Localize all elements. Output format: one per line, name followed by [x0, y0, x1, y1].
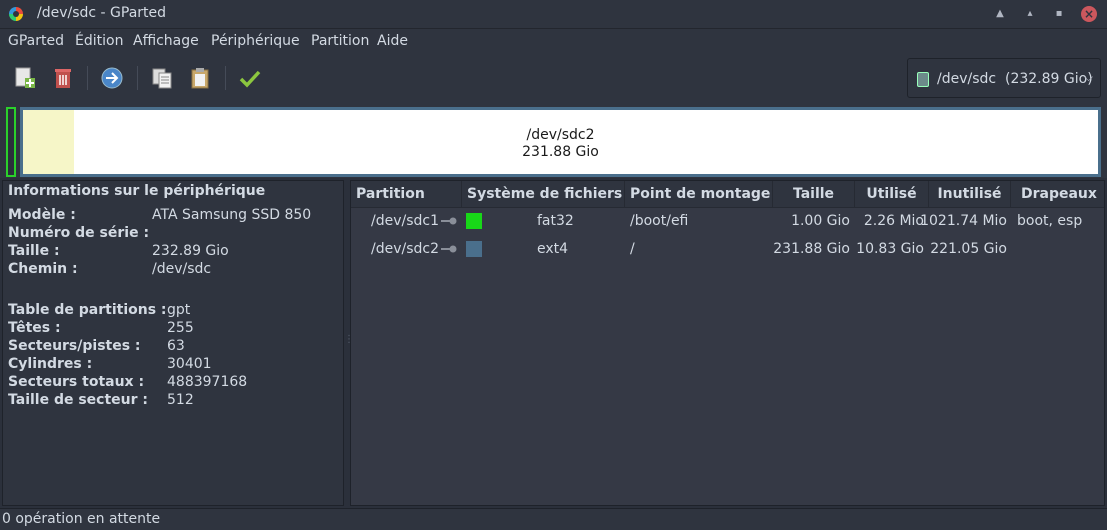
cell-mountpoint: /boot/efi [630, 213, 689, 229]
info-label: Taille de secteur : [8, 392, 149, 408]
disk-icon [917, 72, 929, 87]
toolbar-separator [87, 66, 88, 90]
column-header-mountpoint[interactable]: Point de montage [625, 181, 773, 208]
info-value: 232.89 Gio [152, 243, 229, 259]
menu-gparted[interactable]: GParted [8, 33, 64, 49]
cell-filesystem: ext4 [537, 241, 569, 257]
toolbar-separator [137, 66, 138, 90]
pending-operations-status: 0 opération en attente [2, 511, 161, 527]
column-header-size[interactable]: Taille [773, 181, 855, 208]
chevron-down-icon: ⌵ [1084, 70, 1094, 84]
maximize-icon[interactable]: ▴ [1022, 6, 1038, 22]
cell-filesystem: fat32 [537, 213, 574, 229]
info-label: Secteurs totaux : [8, 374, 145, 390]
restore-icon[interactable]: ▪ [1051, 6, 1067, 22]
info-label: Table de partitions : [8, 302, 167, 318]
info-label: Numéro de série : [8, 225, 150, 241]
device-selector-label: /dev/sdc (232.89 Gio) [937, 71, 1093, 87]
column-header-unused[interactable]: Inutilisé [929, 181, 1011, 208]
partition-block-name: /dev/sdc2 [526, 127, 595, 143]
partition-block-size: 231.88 Gio [522, 144, 599, 160]
partition-block-sdc2[interactable]: /dev/sdc2 231.88 Gio [20, 107, 1101, 177]
table-row[interactable]: /dev/sdc2 ext4 / 231.88 Gio 10.83 Gio 22… [351, 237, 1104, 263]
cell-size: 231.88 Gio [773, 241, 850, 257]
menu-affichage[interactable]: Affichage [133, 33, 199, 49]
menu-edition[interactable]: Édition [75, 33, 123, 49]
info-value: 488397168 [167, 374, 248, 390]
apply-icon[interactable] [238, 66, 262, 90]
device-info-title: Informations sur le périphérique [8, 183, 266, 199]
column-header-filesystem[interactable]: Système de fichiers [462, 181, 625, 208]
cell-partition: /dev/sdc2 [371, 241, 440, 257]
close-icon[interactable]: × [1081, 6, 1097, 22]
menu-aide[interactable]: Aide [377, 33, 408, 49]
table-row[interactable]: /dev/sdc1 fat32 /boot/efi 1.00 Gio 2.26 … [351, 209, 1104, 235]
menu-peripherique[interactable]: Périphérique [211, 33, 300, 49]
status-bar: 0 opération en attente [0, 508, 1107, 530]
cell-used: 2.26 Mio [863, 213, 924, 229]
minimize-icon[interactable]: ▲ [992, 6, 1008, 22]
info-label: Cylindres : [8, 356, 93, 372]
info-label: Têtes : [8, 320, 61, 336]
delete-icon[interactable] [51, 66, 75, 90]
info-value: /dev/sdc [152, 261, 212, 277]
cell-size: 1.00 Gio [791, 213, 850, 229]
info-value: 63 [167, 338, 185, 354]
cell-flags: boot, esp [1017, 213, 1083, 229]
partition-block-sdc1[interactable] [6, 107, 16, 177]
disk-map: /dev/sdc2 231.88 Gio [0, 102, 1107, 178]
device-selector[interactable]: /dev/sdc (232.89 Gio) ⌵ [907, 58, 1101, 98]
partition-table: Partition Système de fichiers Point de m… [350, 180, 1105, 506]
device-info-panel: Informations sur le périphérique Modèle … [2, 180, 344, 506]
key-icon [441, 245, 457, 253]
column-header-flags[interactable]: Drapeaux [1011, 181, 1104, 208]
info-label: Modèle : [8, 207, 76, 223]
info-value: 30401 [167, 356, 212, 372]
paste-icon[interactable] [188, 66, 212, 90]
title-bar: /dev/sdc - GParted ▲ ▴ ▪ × [0, 0, 1107, 29]
table-header: Partition Système de fichiers Point de m… [351, 181, 1104, 208]
filesystem-color-swatch [466, 213, 482, 229]
copy-icon[interactable] [150, 66, 174, 90]
column-header-partition[interactable]: Partition [351, 181, 462, 208]
info-label: Secteurs/pistes : [8, 338, 141, 354]
column-header-used[interactable]: Utilisé [855, 181, 929, 208]
cell-partition: /dev/sdc1 [371, 213, 440, 229]
info-value: 512 [167, 392, 194, 408]
info-label: Taille : [8, 243, 60, 259]
toolbar: /dev/sdc (232.89 Gio) ⌵ [0, 54, 1107, 102]
key-icon [441, 217, 457, 225]
toolbar-separator [225, 66, 226, 90]
cell-unused: 221.05 Gio [930, 241, 1007, 257]
info-value: gpt [167, 302, 191, 318]
menu-partition[interactable]: Partition [311, 33, 369, 49]
window-title: /dev/sdc - GParted [37, 5, 167, 21]
cell-mountpoint: / [630, 241, 635, 257]
cell-unused: 1021.74 Mio [920, 213, 1007, 229]
new-partition-icon[interactable] [13, 66, 37, 90]
cell-used: 10.83 Gio [856, 241, 924, 257]
gparted-app-icon [9, 7, 23, 21]
info-label: Chemin : [8, 261, 78, 277]
filesystem-color-swatch [466, 241, 482, 257]
menu-bar: GParted Édition Affichage Périphérique P… [0, 29, 1107, 54]
info-value: 255 [167, 320, 194, 336]
resize-move-icon[interactable] [100, 66, 124, 90]
info-value: ATA Samsung SSD 850 [152, 207, 312, 223]
